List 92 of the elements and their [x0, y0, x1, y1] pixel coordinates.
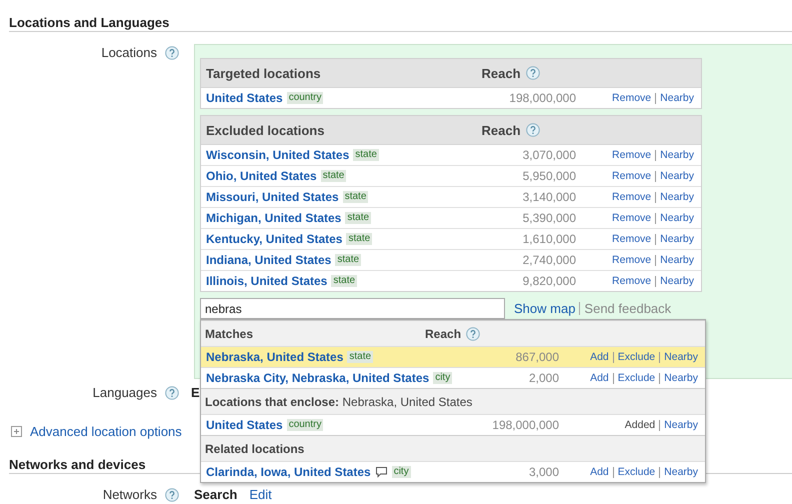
- help-icon[interactable]: [526, 123, 540, 137]
- action-link[interactable]: Add: [586, 466, 613, 478]
- action-link[interactable]: Nearby: [659, 372, 698, 384]
- location-type-tag: state: [353, 149, 379, 161]
- action-link[interactable]: Nearby: [655, 212, 694, 224]
- location-type-tag: state: [335, 254, 362, 266]
- reach-value: 9,820,000: [522, 274, 576, 288]
- column-header: Reach: [481, 66, 521, 80]
- location-type-tag: state: [345, 212, 372, 224]
- action-link[interactable]: Remove: [608, 212, 656, 224]
- group-heading: Locations that enclose: Nebraska, United States: [205, 394, 472, 408]
- action-link[interactable]: Add: [586, 372, 613, 384]
- action-link[interactable]: Nearby: [659, 420, 698, 430]
- location-type-tag: country: [286, 92, 324, 104]
- action-link[interactable]: Exclude: [612, 352, 660, 362]
- location-link[interactable]: United States: [206, 91, 283, 105]
- field-label: Networks: [102, 487, 157, 502]
- reach-value: 198,000,000: [508, 91, 576, 105]
- reach-value: 1,610,000: [522, 232, 576, 246]
- advanced-options-link[interactable]: Advanced location options: [30, 424, 182, 439]
- action-link[interactable]: Nearby: [655, 234, 694, 244]
- location-type-tag: city: [433, 372, 452, 384]
- action-link[interactable]: Remove: [608, 192, 656, 202]
- match-row[interactable]: United States country 198,000,000 Added Nearby: [201, 414, 705, 435]
- action-link[interactable]: Nearby: [655, 150, 694, 160]
- edit-link[interactable]: Edit: [249, 486, 272, 503]
- help-icon[interactable]: [526, 66, 540, 80]
- help-icon[interactable]: [165, 386, 179, 400]
- location-type-tag: state: [346, 233, 372, 245]
- column-header: Reach: [481, 122, 521, 138]
- location-type-tag: country: [286, 419, 324, 431]
- action-link[interactable]: Nearby: [655, 92, 694, 104]
- location-link[interactable]: Kentucky, United States: [206, 232, 342, 246]
- match-row[interactable]: Clarinda, Iowa, United States city 3,000 Add Exclude Nearby: [201, 461, 705, 482]
- section-heading: Locations and Languages: [9, 15, 170, 31]
- field-label: Languages: [92, 385, 157, 400]
- location-link[interactable]: Indiana, United States: [206, 253, 332, 267]
- language-value: E: [191, 385, 200, 400]
- action-link[interactable]: Remove: [608, 254, 656, 266]
- location-type-tag: city: [392, 466, 411, 478]
- help-icon[interactable]: [165, 488, 179, 502]
- location-link[interactable]: Missouri, United States: [206, 190, 339, 204]
- action-link[interactable]: Remove: [608, 276, 656, 286]
- group-heading: Matches: [205, 326, 254, 340]
- network-value: Search: [194, 486, 238, 503]
- location-type-tag: state: [342, 191, 368, 203]
- location-link[interactable]: Clarinda, Iowa, United States: [206, 465, 371, 479]
- field-label: Locations: [101, 45, 157, 60]
- location-type-tag: state: [320, 170, 346, 182]
- help-icon[interactable]: [466, 326, 480, 340]
- status-label: Added: [624, 420, 656, 430]
- action-link[interactable]: Nearby: [655, 192, 694, 202]
- reach-value: 867,000: [514, 350, 559, 364]
- reach-value: 198,000,000: [491, 418, 559, 432]
- action-link[interactable]: Nearby: [659, 466, 698, 478]
- location-link[interactable]: Nebraska, United States: [206, 350, 344, 364]
- search-field[interactable]: nebras: [200, 298, 505, 319]
- reach-value: 2,740,000: [522, 253, 576, 267]
- location-link[interactable]: Illinois, United States: [206, 274, 328, 288]
- location-link[interactable]: Michigan, United States: [206, 211, 342, 225]
- speech-bubble-icon[interactable]: [374, 466, 388, 478]
- expand-icon[interactable]: [11, 426, 22, 437]
- action-link[interactable]: Exclude: [612, 372, 660, 384]
- action-link[interactable]: Exclude: [612, 466, 660, 478]
- action-link[interactable]: Nearby: [655, 170, 694, 182]
- section-heading: Networks and devices: [9, 457, 146, 473]
- location-link[interactable]: Ohio, United States: [206, 169, 317, 183]
- location-link[interactable]: United States: [206, 418, 283, 432]
- action-link[interactable]: Nearby: [655, 254, 694, 266]
- column-header: Reach: [425, 326, 462, 340]
- reach-value: 3,070,000: [522, 148, 576, 162]
- action-link[interactable]: Nearby: [655, 276, 694, 286]
- help-icon[interactable]: [165, 46, 179, 60]
- action-link[interactable]: Nearby: [659, 352, 698, 362]
- location-type-tag: state: [347, 351, 374, 363]
- action-link[interactable]: Remove: [608, 92, 656, 104]
- action-link[interactable]: Remove: [608, 234, 656, 244]
- reach-value: 3,140,000: [522, 190, 576, 204]
- reach-value: 2,000: [528, 371, 559, 385]
- reach-value: 3,000: [528, 465, 559, 479]
- reach-value: 5,390,000: [522, 211, 576, 225]
- action-link[interactable]: Remove: [608, 150, 656, 160]
- group-heading: Related locations: [205, 442, 304, 456]
- location-type-tag: state: [331, 275, 358, 287]
- action-link[interactable]: Remove: [608, 170, 656, 182]
- action-link[interactable]: Add: [586, 352, 613, 362]
- map-link[interactable]: Show map: [514, 302, 580, 315]
- reach-value: 5,950,000: [522, 169, 576, 183]
- location-link[interactable]: Wisconsin, United States: [206, 148, 350, 162]
- match-row[interactable]: Nebraska City, Nebraska, United States city 2,000 Add Exclude Nearby: [201, 367, 705, 388]
- location-link[interactable]: Nebraska City, Nebraska, United States: [206, 371, 430, 385]
- match-row[interactable]: Nebraska, United States state 867,000 Add Exclude Nearby: [201, 346, 705, 367]
